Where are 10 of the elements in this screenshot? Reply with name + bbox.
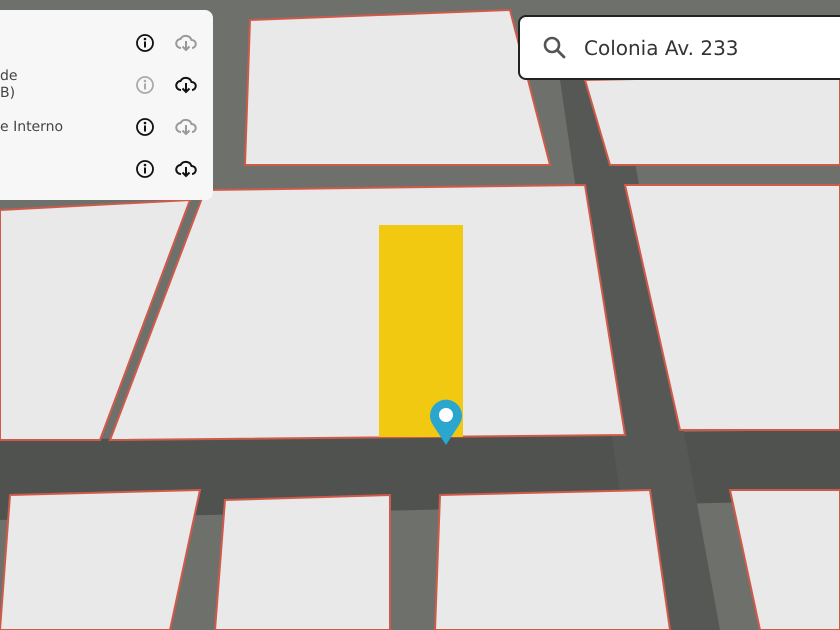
cloud-download-icon[interactable]	[175, 75, 197, 95]
search-field[interactable]: Colonia Av. 233	[518, 15, 840, 80]
location-pin-icon[interactable]	[429, 398, 463, 446]
layer-name: e Interno	[0, 118, 64, 134]
info-icon[interactable]	[135, 117, 155, 137]
search-icon	[542, 35, 566, 59]
cloud-download-icon[interactable]	[175, 159, 197, 179]
info-icon[interactable]	[135, 159, 155, 179]
layer-name: de B)	[0, 68, 18, 101]
info-icon[interactable]	[135, 33, 155, 53]
